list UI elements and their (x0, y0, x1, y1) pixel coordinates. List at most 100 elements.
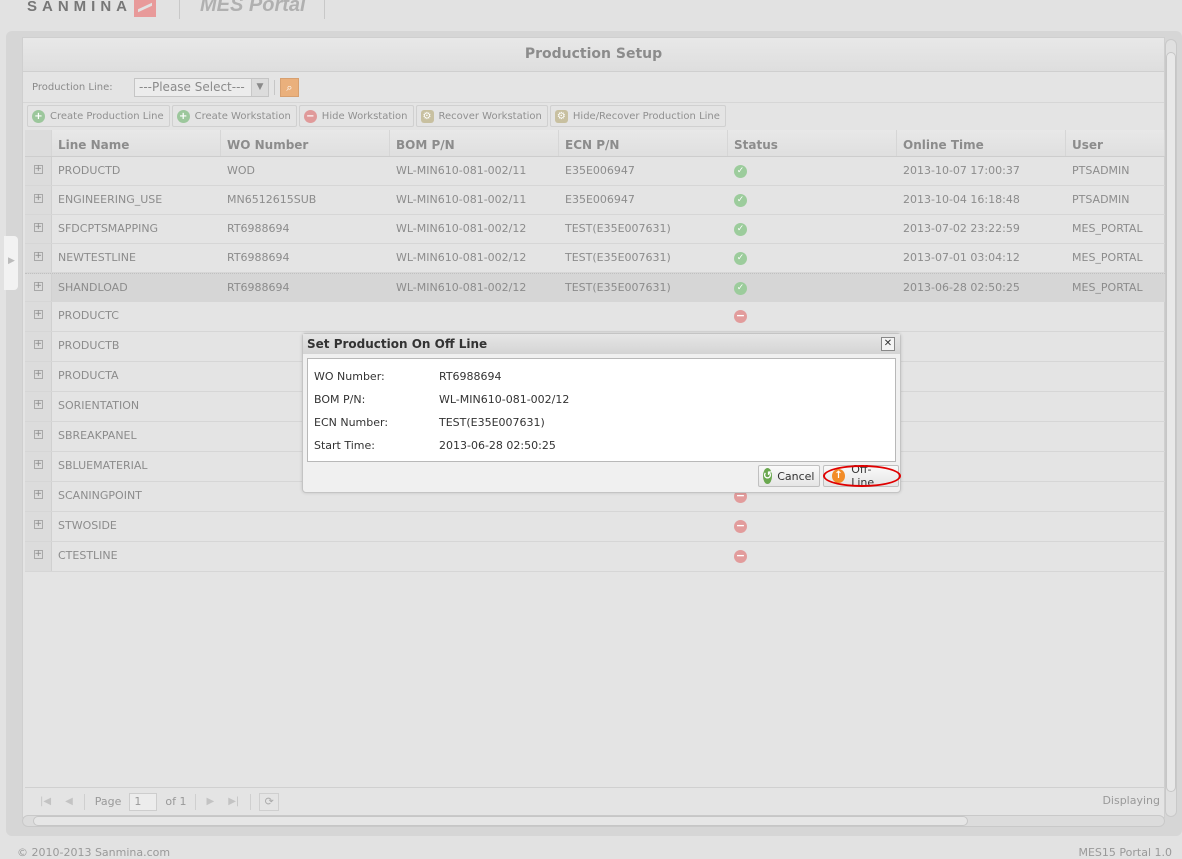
expand-row-icon[interactable]: + (25, 157, 52, 185)
table-row[interactable]: + SFDCPTSMAPPING RT6988694 WL-MIN610-081-00… (25, 215, 1165, 244)
expand-row-icon[interactable]: + (25, 244, 52, 272)
expand-row-icon[interactable]: + (25, 422, 52, 451)
expand-row-icon[interactable]: + (25, 332, 52, 361)
page-number-input[interactable]: 1 (129, 792, 158, 811)
button-label: Cancel (777, 469, 815, 483)
previous-page-icon[interactable]: ◀ (65, 796, 73, 807)
expand-icon[interactable]: + (33, 429, 43, 439)
vertical-scrollbar-thumb[interactable] (1166, 52, 1176, 792)
field-value: TEST(E35E007631) (439, 416, 545, 429)
chevron-right-icon: ▶ (8, 256, 15, 266)
recover-workstation-button[interactable]: ⚙ Recover Workstation (415, 105, 548, 127)
off-line-button[interactable]: ↑ Off-Line (823, 463, 899, 489)
column-header-ecn-pn[interactable]: ECN P/N (559, 130, 728, 156)
expand-row-icon[interactable]: + (25, 482, 52, 511)
cell-line-name: PRODUCTB (58, 339, 120, 352)
table-row[interactable]: + PRODUCTD WOD WL-MIN610-081-002/11 E35E0069… (25, 157, 1165, 186)
table-row[interactable]: + NEWTESTLINE RT6988694 WL-MIN610-081-002/1… (25, 244, 1165, 273)
filter-bar: Production Line: ---Please Select--- ▼ ⌕ (23, 72, 1164, 102)
create-workstation-button[interactable]: + Create Workstation (171, 105, 297, 127)
expand-row-icon[interactable]: + (25, 186, 52, 214)
gear-icon: ⚙ (554, 109, 568, 123)
expand-row-icon[interactable]: + (25, 452, 52, 481)
column-header-online-time[interactable]: Online Time (897, 130, 1066, 156)
cancel-button[interactable]: ↺ Cancel (758, 465, 820, 487)
cell-bom-pn: WL-MIN610-081-002/11 (396, 164, 527, 177)
grid-header: Line Name WO Number BOM P/N ECN P/N Stat… (25, 130, 1165, 157)
table-row[interactable]: + PRODUCTC − (25, 302, 1165, 332)
cell-wo-number: RT6988694 (227, 281, 290, 294)
cell-online-time (897, 452, 1066, 481)
cell-status: ✓ (728, 157, 897, 185)
field-label: BOM P/N: (314, 393, 366, 406)
status-online-icon: ✓ (734, 281, 747, 295)
vertical-scrollbar[interactable] (1165, 39, 1177, 817)
dialog-field-start-time: Start Time: 2013-06-28 02:50:25 (308, 434, 895, 457)
cell-wo-number: MN6512615SUB (227, 193, 317, 206)
chevron-down-icon[interactable]: ▼ (251, 78, 268, 96)
expand-row-icon[interactable]: + (25, 274, 52, 301)
cell-line-name: ENGINEERING_USE (58, 193, 163, 206)
last-page-icon[interactable]: ▶| (228, 796, 239, 807)
expand-row-icon[interactable]: + (25, 512, 52, 541)
expand-icon[interactable]: + (33, 369, 43, 379)
cell-bom-pn: WL-MIN610-081-002/12 (396, 222, 527, 235)
search-button[interactable]: ⌕ (280, 77, 299, 97)
expand-row-icon[interactable]: + (25, 302, 52, 331)
cell-status: ✓ (728, 244, 897, 272)
column-header-user[interactable]: User (1066, 130, 1165, 156)
divider (179, 0, 180, 19)
cell-online-time (897, 332, 1066, 361)
expand-icon[interactable]: + (33, 251, 43, 261)
production-line-select[interactable]: ---Please Select--- ▼ (134, 77, 269, 97)
table-row[interactable]: + SHANDLOAD RT6988694 WL-MIN610-081-002/12 T… (25, 273, 1165, 302)
column-header-bom-pn[interactable]: BOM P/N (390, 130, 559, 156)
expand-icon[interactable]: + (33, 222, 43, 232)
table-row[interactable]: + CTESTLINE − (25, 542, 1165, 572)
expand-icon[interactable]: + (33, 193, 43, 203)
column-header-wo-number[interactable]: WO Number (221, 130, 390, 156)
expand-icon[interactable]: + (33, 309, 43, 319)
cell-line-name: CTESTLINE (58, 549, 118, 562)
expand-icon[interactable]: + (33, 489, 43, 499)
create-production-line-button[interactable]: + Create Production Line (27, 105, 170, 127)
expand-icon[interactable]: + (33, 281, 43, 291)
horizontal-scrollbar[interactable] (22, 815, 1165, 827)
expand-icon[interactable]: + (33, 399, 43, 409)
brand-logo-icon (134, 0, 156, 17)
field-value: WL-MIN610-081-002/12 (439, 393, 570, 406)
table-row[interactable]: + ENGINEERING_USE MN6512615SUB WL-MIN610-08… (25, 186, 1165, 215)
close-icon[interactable]: ✕ (881, 337, 895, 351)
table-row[interactable]: + STWOSIDE − (25, 512, 1165, 542)
cell-status: − (728, 542, 897, 571)
cell-line-name: NEWTESTLINE (58, 251, 136, 264)
cell-line-name: STWOSIDE (58, 519, 117, 532)
production-line-select-value: ---Please Select--- (139, 79, 245, 94)
expand-row-icon[interactable]: + (25, 362, 52, 391)
cell-bom-pn: WL-MIN610-081-002/11 (396, 193, 527, 206)
cell-status: ✓ (728, 215, 897, 243)
next-page-icon[interactable]: ▶ (207, 796, 215, 807)
cell-online-time: 2013-07-01 03:04:12 (903, 251, 1020, 264)
hide-recover-production-line-button[interactable]: ⚙ Hide/Recover Production Line (549, 105, 726, 127)
expand-row-icon[interactable]: + (25, 215, 52, 243)
hide-workstation-button[interactable]: − Hide Workstation (298, 105, 414, 127)
cell-online-time: 2013-06-28 02:50:25 (903, 281, 1020, 294)
cell-ecn-pn: E35E006947 (565, 164, 635, 177)
refresh-icon[interactable]: ⟳ (259, 792, 280, 811)
expand-icon[interactable]: + (33, 339, 43, 349)
expand-icon[interactable]: + (33, 519, 43, 529)
status-offline-icon: − (734, 548, 747, 563)
column-header-line-name[interactable]: Line Name (52, 130, 221, 156)
cell-line-name: SBLUEMATERIAL (58, 459, 148, 472)
expand-icon[interactable]: + (33, 459, 43, 469)
horizontal-scrollbar-thumb[interactable] (33, 816, 968, 826)
expand-icon[interactable]: + (33, 549, 43, 559)
expand-icon[interactable]: + (33, 164, 43, 174)
expand-row-icon[interactable]: + (25, 392, 52, 421)
sidebar-expand-toggle[interactable]: ▶ (4, 236, 18, 290)
expand-row-icon[interactable]: + (25, 542, 52, 571)
column-header-status[interactable]: Status (728, 130, 897, 156)
cell-line-name: SFDCPTSMAPPING (58, 222, 159, 235)
first-page-icon[interactable]: |◀ (40, 796, 51, 807)
